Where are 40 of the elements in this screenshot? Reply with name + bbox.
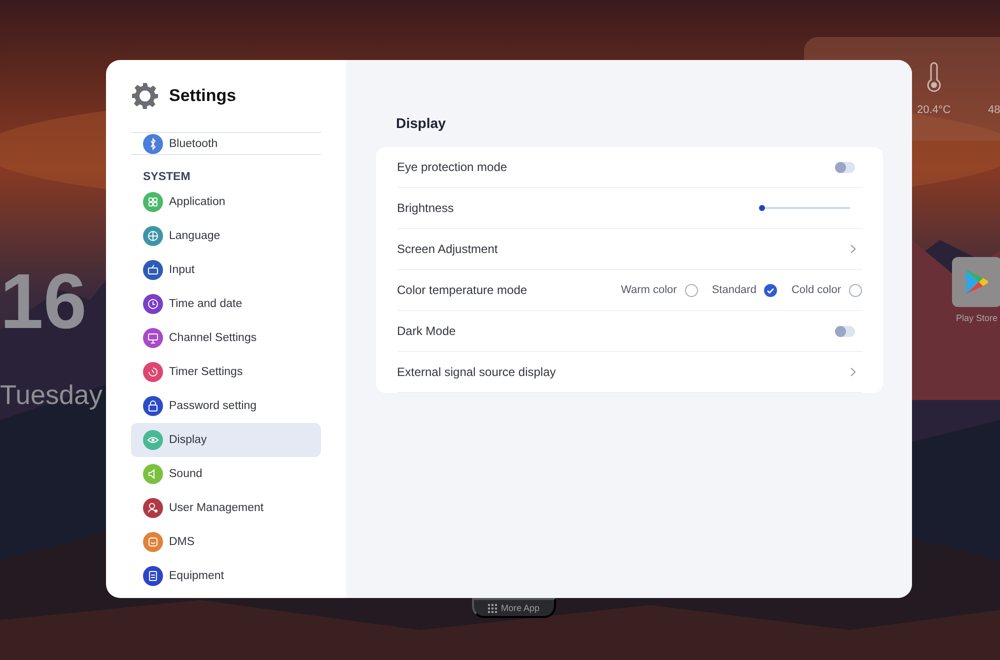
setting-label: Screen Adjustment (397, 242, 499, 256)
sidebar-item[interactable]: Application (131, 185, 321, 219)
radio-option[interactable]: Standard (712, 284, 778, 296)
chevron-right-icon[interactable] (850, 244, 856, 254)
thermometer-icon (926, 62, 942, 92)
setting-label: External signal source display (397, 365, 557, 379)
sidebar-item[interactable]: Input (131, 253, 321, 287)
setting-label: Eye protection mode (397, 160, 508, 174)
date-day: 16 (0, 262, 87, 340)
sidebar-item[interactable]: Password setting (131, 389, 321, 423)
more-app-button[interactable]: More App (472, 598, 556, 618)
sidebar-item[interactable]: Time and date (131, 287, 321, 321)
toggle-switch[interactable] (835, 326, 855, 336)
setting-label: Brightness (397, 201, 455, 215)
weather-reading: 48 (988, 104, 1000, 116)
temperature-reading: 20.4°C (917, 104, 951, 116)
grid-icon (488, 604, 497, 612)
section-heading: SYSTEM (142, 170, 192, 185)
sidebar-item[interactable]: User Management (131, 491, 321, 525)
weekday-label: Tuesday (0, 382, 103, 409)
sidebar-item[interactable]: Bluetooth (131, 133, 321, 154)
setting-label: Dark Mode (397, 324, 457, 338)
setting-label: Color temperature mode (397, 283, 528, 297)
sidebar-item[interactable]: Sound (131, 457, 321, 491)
sidebar-item[interactable]: Display (131, 423, 321, 457)
radio-option[interactable]: Cold color (791, 284, 862, 296)
radio-option[interactable]: Warm color (620, 284, 698, 296)
window-title: Settings (169, 86, 236, 106)
sidebar-item[interactable]: DMS (131, 525, 321, 559)
toggle-switch[interactable] (835, 162, 855, 172)
app-tile[interactable] (952, 257, 1000, 307)
settings-icon (131, 82, 159, 110)
sidebar-item[interactable]: Timer Settings (131, 355, 321, 389)
play-triangle-icon (965, 269, 989, 295)
sidebar-item[interactable]: Language (131, 219, 321, 253)
sidebar-item[interactable]: Channel Settings (131, 321, 321, 355)
sidebar-item[interactable]: Equipment (131, 559, 321, 593)
chevron-right-icon[interactable] (850, 367, 856, 377)
app-label: Play Store (956, 313, 998, 323)
page-title: Display (396, 115, 446, 131)
